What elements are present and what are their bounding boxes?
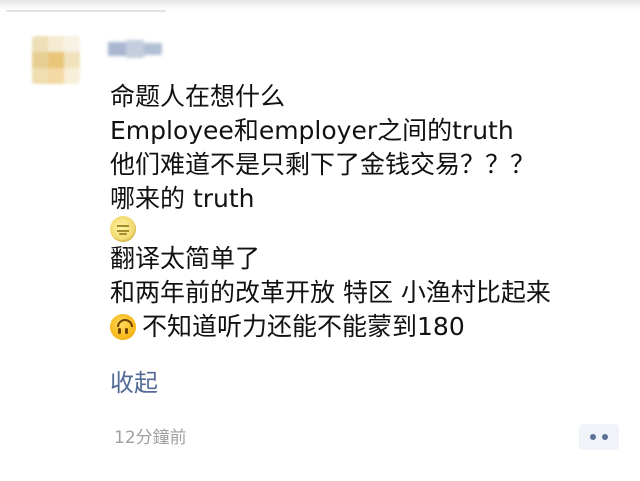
post-line-3: 他们难道不是只剩下了金钱交易？？？ [110,150,536,179]
more-button[interactable] [579,424,619,450]
post-content: 命题人在想什么 Employee和employer之间的truth 他们难道不是… [110,80,630,344]
avatar-pixel [48,36,64,52]
emoji-eye-right [125,328,128,334]
post-line-8-row: 不知道听力还能不能蒙到180 [110,310,630,344]
emoji-mouth [117,319,133,327]
username-pixel [144,43,162,55]
post-line-6: 翻译太简单了 [110,244,261,273]
avatar[interactable] [32,36,80,84]
avatar-pixel [64,52,80,68]
username-pixel [108,42,126,56]
dot [602,434,608,440]
avatar-pixel [32,68,48,84]
avatar-pixel [64,68,80,84]
avatar-pixel [64,36,80,52]
post-line-4: 哪来的 truth [110,184,255,213]
post-line-2: Employee和employer之间的truth [110,116,514,145]
collapse-link[interactable]: 收起 [110,366,158,400]
more-dots-icon [590,434,608,440]
avatar-pixel [48,52,64,68]
avatar-pixel [48,68,64,84]
avatar-pixel [32,52,48,68]
timestamp: 12分鐘前 [114,428,187,448]
upside-down-face-icon [110,314,136,340]
post-line-7: 和两年前的改革开放 特区 小渔村比起来 [110,278,551,307]
moon-emoji-icon [110,216,136,242]
post-line-8: 不知道听力还能不能蒙到180 [142,312,465,341]
top-line [6,10,166,12]
emoji-eye-left [118,328,121,334]
dot [590,434,596,440]
username-blurred[interactable] [108,40,162,58]
top-divider [0,0,640,10]
post-line-emoji [110,216,630,242]
post-line-1: 命题人在想什么 [110,82,286,111]
avatar-pixel [32,36,48,52]
username-pixel [126,40,144,58]
